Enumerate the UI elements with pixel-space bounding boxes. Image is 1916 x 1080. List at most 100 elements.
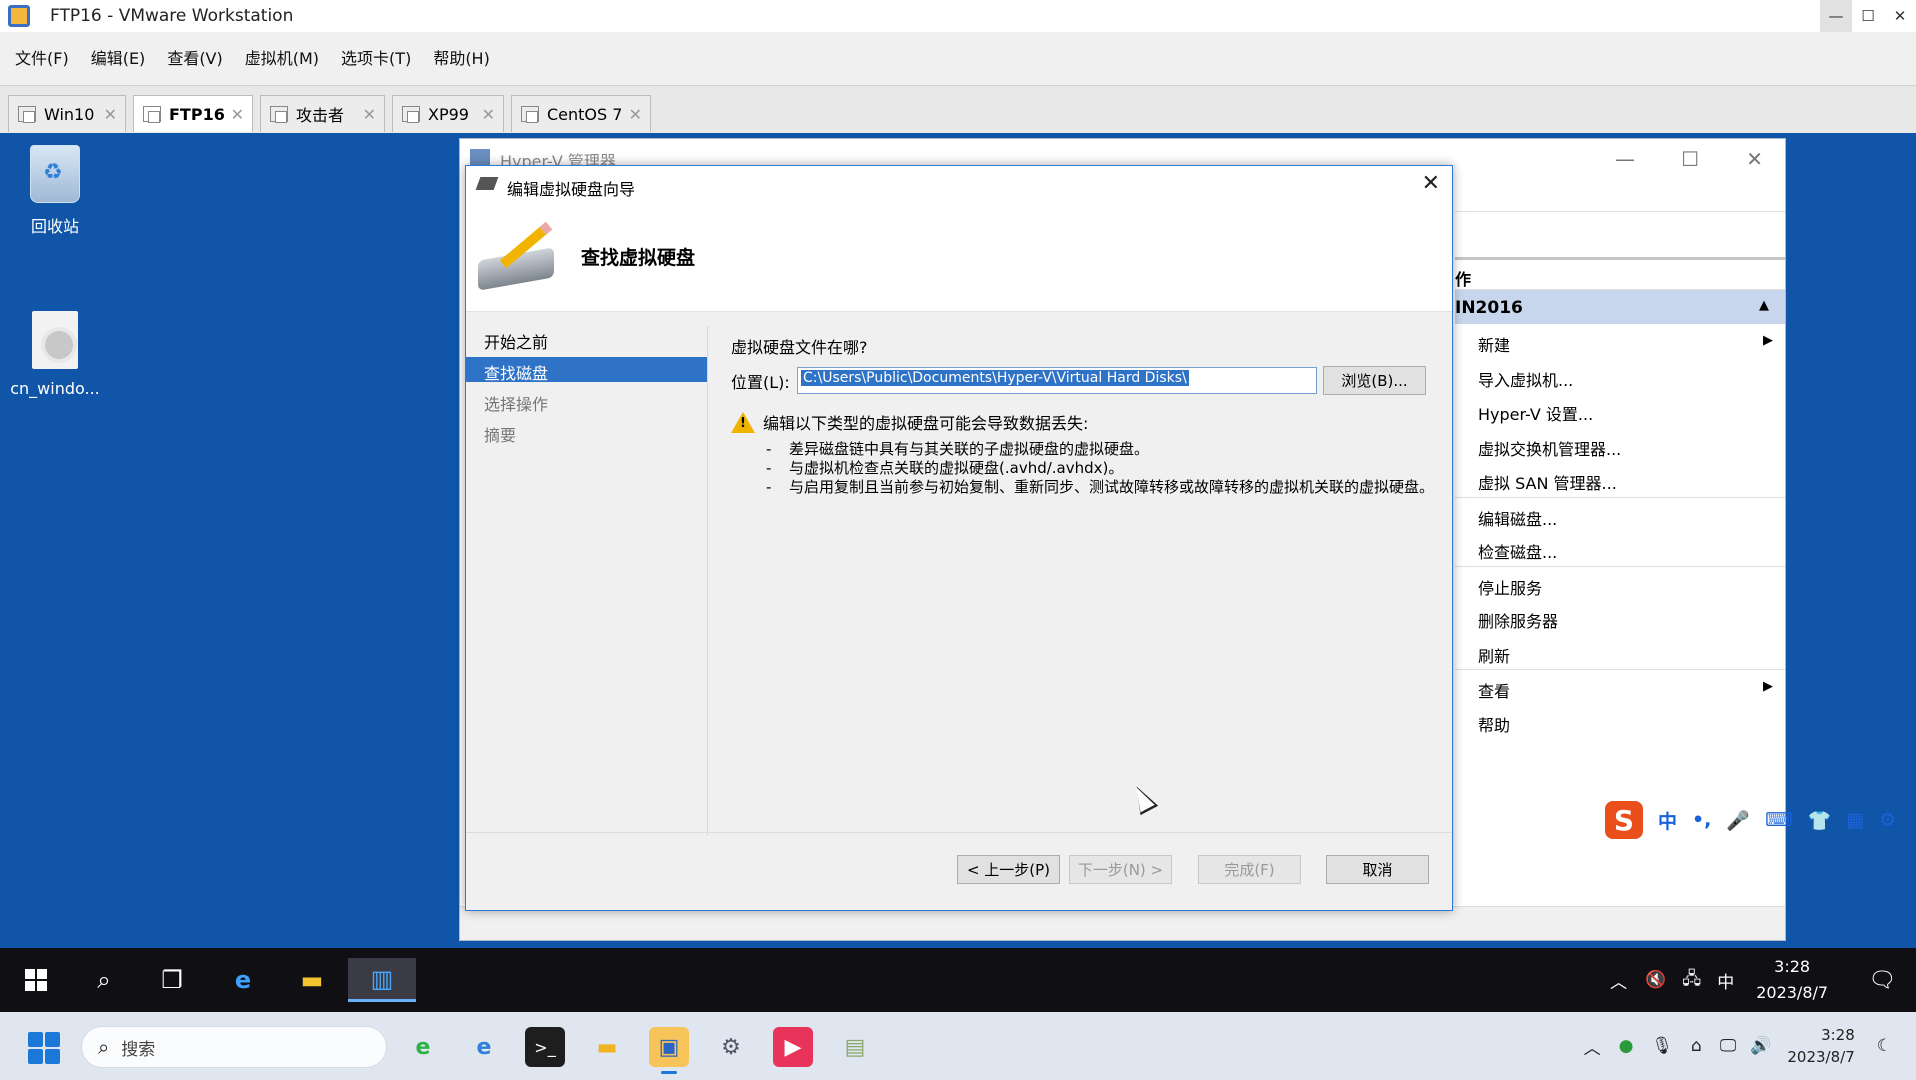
terminal-icon[interactable]: >_	[525, 1027, 565, 1067]
file-explorer-icon[interactable]: ▬	[587, 1027, 627, 1067]
network-icon[interactable]: 🖧	[1682, 966, 1701, 995]
speaker-icon[interactable]: 🔊	[1750, 1036, 1771, 1056]
window-title: FTP16 - VMware Workstation	[50, 6, 294, 26]
action-virtual-san-manager[interactable]: 虚拟 SAN 管理器...	[1455, 462, 1785, 497]
wizard-footer: < 上一步(P) 下一步(N) > 完成(F) 取消	[466, 832, 1452, 910]
step-before-you-begin[interactable]: 开始之前	[466, 326, 707, 352]
wizard-disk-icon	[475, 177, 499, 190]
action-inspect-disk[interactable]: 检查磁盘...	[1455, 531, 1785, 566]
maximize-button[interactable]: ☐	[1681, 147, 1699, 171]
ime-mic-icon[interactable]: 🎤	[1726, 809, 1750, 832]
menu-vm[interactable]: 虚拟机(M)	[245, 45, 319, 69]
browser-360-icon[interactable]: e	[403, 1027, 443, 1067]
menu-tabs[interactable]: 选项卡(T)	[341, 45, 411, 69]
microphone-icon[interactable]: 🎙	[1651, 1036, 1673, 1056]
action-virtual-switch-manager[interactable]: 虚拟交换机管理器...	[1455, 428, 1785, 463]
action-remove-server[interactable]: 删除服务器	[1455, 600, 1785, 635]
location-value: C:\Users\Public\Documents\Hyper-V\Virtua…	[801, 370, 1189, 386]
minimize-button[interactable]: —	[1615, 147, 1635, 171]
tab-centos7[interactable]: CentOS 7 ✕	[511, 95, 651, 132]
wizard-content: 虚拟硬盘文件在哪? 位置(L): C:\Users\Public\Documen…	[731, 334, 1436, 497]
maximize-button[interactable]: ☐	[1852, 0, 1884, 32]
action-refresh[interactable]: 刷新	[1455, 635, 1785, 670]
cancel-button[interactable]: 取消	[1326, 855, 1429, 884]
guest-start-button[interactable]	[16, 958, 56, 1002]
hyperv-status-bar	[460, 906, 1785, 940]
menu-view[interactable]: 查看(V)	[167, 45, 222, 69]
data-loss-warning: 编辑以下类型的虚拟硬盘可能会导致数据丢失: 差异磁盘链中具有与其关联的子虚拟硬盘…	[731, 410, 1436, 497]
sogou-logo-icon[interactable]: S	[1605, 801, 1643, 839]
guest-clock[interactable]: 3:28 2023/8/7	[1756, 954, 1828, 1006]
action-view[interactable]: 查看	[1455, 669, 1785, 704]
host-date: 2023/8/7	[1787, 1048, 1855, 1066]
tab-attacker[interactable]: 攻击者 ✕	[260, 95, 385, 132]
ie-browser-icon[interactable]: e	[222, 958, 264, 1002]
tab-close-icon[interactable]: ✕	[363, 105, 376, 124]
tab-xp99[interactable]: XP99 ✕	[392, 95, 504, 132]
action-import-vm[interactable]: 导入虚拟机...	[1455, 359, 1785, 394]
vmware-menu-bar: 文件(F) 编辑(E) 查看(V) 虚拟机(M) 选项卡(T) 帮助(H)	[0, 32, 1916, 82]
close-button[interactable]: ✕	[1746, 147, 1763, 171]
guest-system-tray: ︿ 🔇 🖧 中 3:28 2023/8/7 🗨	[1610, 948, 1916, 1012]
tab-close-icon[interactable]: ✕	[482, 105, 495, 124]
vm-icon	[143, 106, 161, 123]
vmware-taskbar-icon[interactable]: ▣	[649, 1027, 689, 1074]
tab-close-icon[interactable]: ✕	[231, 105, 244, 124]
notification-icon[interactable]: 🗨	[1868, 968, 1896, 993]
step-locate-disk[interactable]: 查找磁盘	[466, 357, 707, 383]
notes-app-icon[interactable]: ▤	[835, 1027, 875, 1067]
hyperv-manager-taskbar-icon[interactable]: ▥	[348, 958, 416, 1002]
location-input[interactable]: C:\Users\Public\Documents\Hyper-V\Virtua…	[797, 367, 1317, 394]
previous-button[interactable]: < 上一步(P)	[957, 855, 1060, 884]
ime-settings-icon[interactable]: ⚙	[1879, 809, 1896, 831]
warning-item: 与虚拟机检查点关联的虚拟硬盘(.avhd/.avhdx)。	[766, 459, 1436, 478]
minimize-button[interactable]: —	[1820, 0, 1852, 32]
menu-file[interactable]: 文件(F)	[15, 45, 69, 69]
tab-win10[interactable]: Win10 ✕	[8, 95, 126, 132]
action-help[interactable]: 帮助	[1455, 704, 1785, 739]
action-stop-service[interactable]: 停止服务	[1455, 565, 1785, 601]
vm-icon	[18, 106, 36, 123]
browse-button[interactable]: 浏览(B)...	[1323, 366, 1426, 395]
close-icon[interactable]: ✕	[1422, 171, 1440, 196]
tray-chevron-icon[interactable]: ︿	[1584, 1034, 1601, 1059]
settings-gear-icon[interactable]: ⚙	[711, 1027, 751, 1067]
host-search-box[interactable]: ⌕ 搜索	[81, 1026, 387, 1068]
desktop-icon-label: 回收站	[30, 217, 79, 236]
focus-moon-icon[interactable]: ☾	[1877, 1036, 1892, 1056]
action-edit-disk[interactable]: 编辑磁盘...	[1455, 496, 1785, 532]
menu-edit[interactable]: 编辑(E)	[91, 45, 146, 69]
action-hyperv-settings[interactable]: Hyper-V 设置...	[1455, 393, 1785, 428]
wizard-title: 编辑虚拟硬盘向导	[507, 180, 636, 199]
ime-keyboard-icon[interactable]: ⌨	[1765, 809, 1792, 831]
edge-browser-icon[interactable]: e	[464, 1027, 504, 1067]
guest-search-icon[interactable]: ⌕	[84, 958, 124, 1002]
ime-indicator[interactable]: 中	[1717, 968, 1734, 993]
network-icon[interactable]: 🖵	[1720, 1036, 1736, 1056]
desktop-icon-recycle-bin[interactable]: 回收站	[0, 145, 110, 237]
tab-close-icon[interactable]: ✕	[629, 105, 642, 124]
search-placeholder: 搜索	[121, 1039, 156, 1060]
tab-close-icon[interactable]: ✕	[104, 105, 117, 124]
ime-punctuation-icon[interactable]: •,	[1692, 809, 1711, 831]
action-new[interactable]: 新建	[1455, 324, 1785, 359]
host-clock[interactable]: 3:28 2023/8/7	[1787, 1024, 1854, 1068]
file-explorer-icon[interactable]: ▬	[290, 958, 334, 1002]
menu-help[interactable]: 帮助(H)	[433, 45, 490, 69]
volume-muted-icon[interactable]: 🔇	[1645, 970, 1666, 990]
tray-chevron-icon[interactable]: ︿	[1610, 968, 1627, 993]
server-group-header[interactable]: IN2016	[1455, 290, 1785, 324]
desktop-icon-iso[interactable]: cn_windo...	[0, 311, 110, 398]
tab-ftp16[interactable]: FTP16 ✕	[133, 95, 253, 132]
media-app-icon[interactable]: ▶	[773, 1027, 813, 1067]
ime-mode-chinese[interactable]: 中	[1658, 807, 1677, 834]
tab-label: XP99	[428, 104, 469, 124]
ime-tools-icon[interactable]: ▦	[1846, 809, 1864, 831]
ime-tray-icon[interactable]: ⌂	[1691, 1036, 1702, 1056]
app-360-tray-icon[interactable]: ●	[1619, 1036, 1634, 1056]
task-view-icon[interactable]: ❐	[152, 958, 192, 1002]
hyperv-toolbar	[1455, 211, 1785, 251]
ime-skin-icon[interactable]: 👕	[1808, 809, 1832, 832]
close-button[interactable]: ✕	[1884, 0, 1916, 32]
host-start-icon[interactable]	[28, 1032, 60, 1064]
